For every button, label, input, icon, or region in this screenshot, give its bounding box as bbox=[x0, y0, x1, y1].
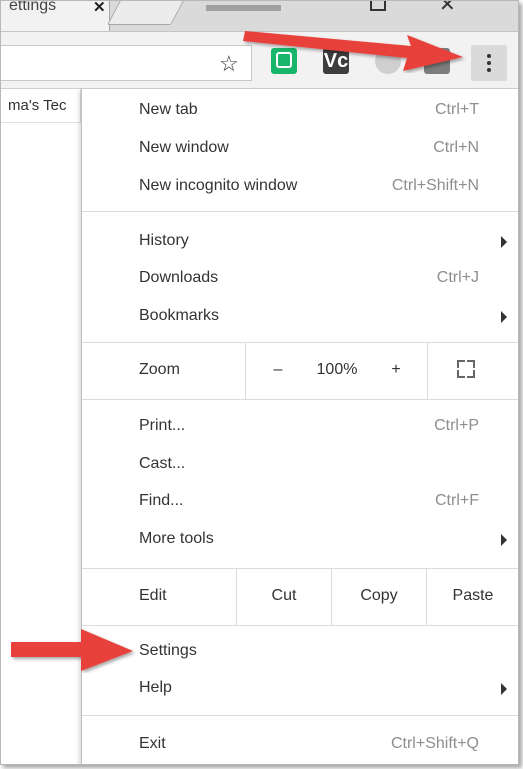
kebab-dot-icon bbox=[487, 61, 491, 65]
menu-item-label: New window bbox=[139, 139, 229, 156]
submenu-arrow-icon bbox=[501, 683, 507, 695]
annotation-arrow-icon bbox=[11, 629, 133, 671]
menu-separator bbox=[82, 399, 518, 400]
cell-divider bbox=[245, 343, 246, 399]
tab-title: ettings bbox=[9, 0, 57, 14]
menu-item-new-window[interactable]: New window Ctrl+N bbox=[82, 131, 518, 167]
menu-item-label: Print... bbox=[139, 417, 186, 434]
menu-item-label: New tab bbox=[139, 101, 198, 118]
menu-item-new-incognito-window[interactable]: New incognito window Ctrl+Shift+N bbox=[82, 169, 518, 205]
address-bar[interactable]: ☆ bbox=[1, 45, 252, 81]
menu-item-settings[interactable]: Settings bbox=[82, 634, 518, 670]
menu-item-new-tab[interactable]: New tab Ctrl+T bbox=[82, 93, 518, 129]
kebab-dot-icon bbox=[487, 54, 491, 58]
menu-separator bbox=[82, 715, 518, 716]
copy-button[interactable]: Copy bbox=[332, 587, 426, 605]
restore-button[interactable] bbox=[370, 1, 386, 11]
menu-item-find[interactable]: Find... Ctrl+F bbox=[82, 484, 518, 520]
menu-item-history[interactable]: History bbox=[82, 224, 518, 260]
menu-item-help[interactable]: Help bbox=[82, 671, 518, 707]
cell-divider bbox=[427, 343, 428, 399]
menu-item-label: History bbox=[139, 232, 189, 249]
cut-button[interactable]: Cut bbox=[237, 587, 331, 605]
star-icon[interactable]: ☆ bbox=[219, 51, 239, 77]
bookmark-item[interactable]: ma's Tec bbox=[1, 89, 81, 123]
menu-item-shortcut: Ctrl+Shift+Q bbox=[390, 735, 479, 752]
menu-separator bbox=[82, 625, 518, 626]
menu-item-label: Help bbox=[139, 679, 172, 696]
menu-item-label: Find... bbox=[139, 492, 184, 509]
menu-item-shortcut: Ctrl+J bbox=[436, 269, 479, 286]
menu-item-shortcut: Ctrl+Shift+N bbox=[391, 177, 479, 194]
menu-item-cast[interactable]: Cast... bbox=[82, 447, 518, 483]
menu-item-label: Exit bbox=[139, 735, 166, 752]
edit-label: Edit bbox=[139, 587, 167, 604]
menu-item-label: Bookmarks bbox=[139, 307, 220, 324]
close-tab-icon[interactable]: ✕ bbox=[93, 1, 106, 16]
paste-button[interactable]: Paste bbox=[427, 587, 518, 605]
minimize-button[interactable] bbox=[206, 5, 281, 11]
zoom-label: Zoom bbox=[139, 361, 180, 378]
menu-item-label: More tools bbox=[139, 530, 214, 547]
chrome-menu: New tab Ctrl+T New window Ctrl+N New inc… bbox=[81, 89, 518, 764]
menu-item-more-tools[interactable]: More tools bbox=[82, 522, 518, 558]
kebab-dot-icon bbox=[487, 68, 491, 72]
zoom-row: Zoom – 100% + bbox=[82, 343, 518, 399]
menu-item-shortcut: Ctrl+P bbox=[434, 417, 479, 434]
menu-item-exit[interactable]: Exit Ctrl+Shift+Q bbox=[82, 727, 518, 763]
menu-item-label: Downloads bbox=[139, 269, 219, 286]
menu-item-shortcut: Ctrl+F bbox=[435, 492, 479, 509]
menu-item-label: Cast... bbox=[139, 455, 186, 472]
zoom-value: 100% bbox=[316, 361, 358, 378]
new-tab-button[interactable] bbox=[107, 1, 187, 25]
menu-item-bookmarks[interactable]: Bookmarks bbox=[82, 299, 518, 335]
submenu-arrow-icon bbox=[501, 236, 507, 248]
submenu-arrow-icon bbox=[501, 311, 507, 323]
zoom-in-button[interactable]: + bbox=[385, 361, 407, 379]
menu-item-downloads[interactable]: Downloads Ctrl+J bbox=[82, 261, 518, 297]
zoom-out-button[interactable]: – bbox=[267, 361, 289, 379]
chrome-menu-button[interactable] bbox=[471, 45, 507, 81]
menu-item-label: New incognito window bbox=[139, 177, 298, 194]
fullscreen-icon[interactable] bbox=[457, 360, 475, 378]
browser-window: ettings ✕ ✕ ☆ Vc ma's Tec New tab Ctrl+T… bbox=[0, 0, 519, 765]
menu-item-shortcut: Ctrl+T bbox=[435, 101, 479, 118]
annotation-arrow-icon bbox=[243, 31, 463, 71]
menu-item-shortcut: Ctrl+N bbox=[433, 139, 479, 156]
menu-item-label: Settings bbox=[139, 642, 197, 659]
menu-item-print[interactable]: Print... Ctrl+P bbox=[82, 409, 518, 445]
submenu-arrow-icon bbox=[501, 534, 507, 546]
menu-separator bbox=[82, 211, 518, 212]
tab-settings[interactable]: ettings ✕ bbox=[1, 1, 110, 31]
edit-row: Edit Cut Copy Paste bbox=[82, 569, 518, 625]
